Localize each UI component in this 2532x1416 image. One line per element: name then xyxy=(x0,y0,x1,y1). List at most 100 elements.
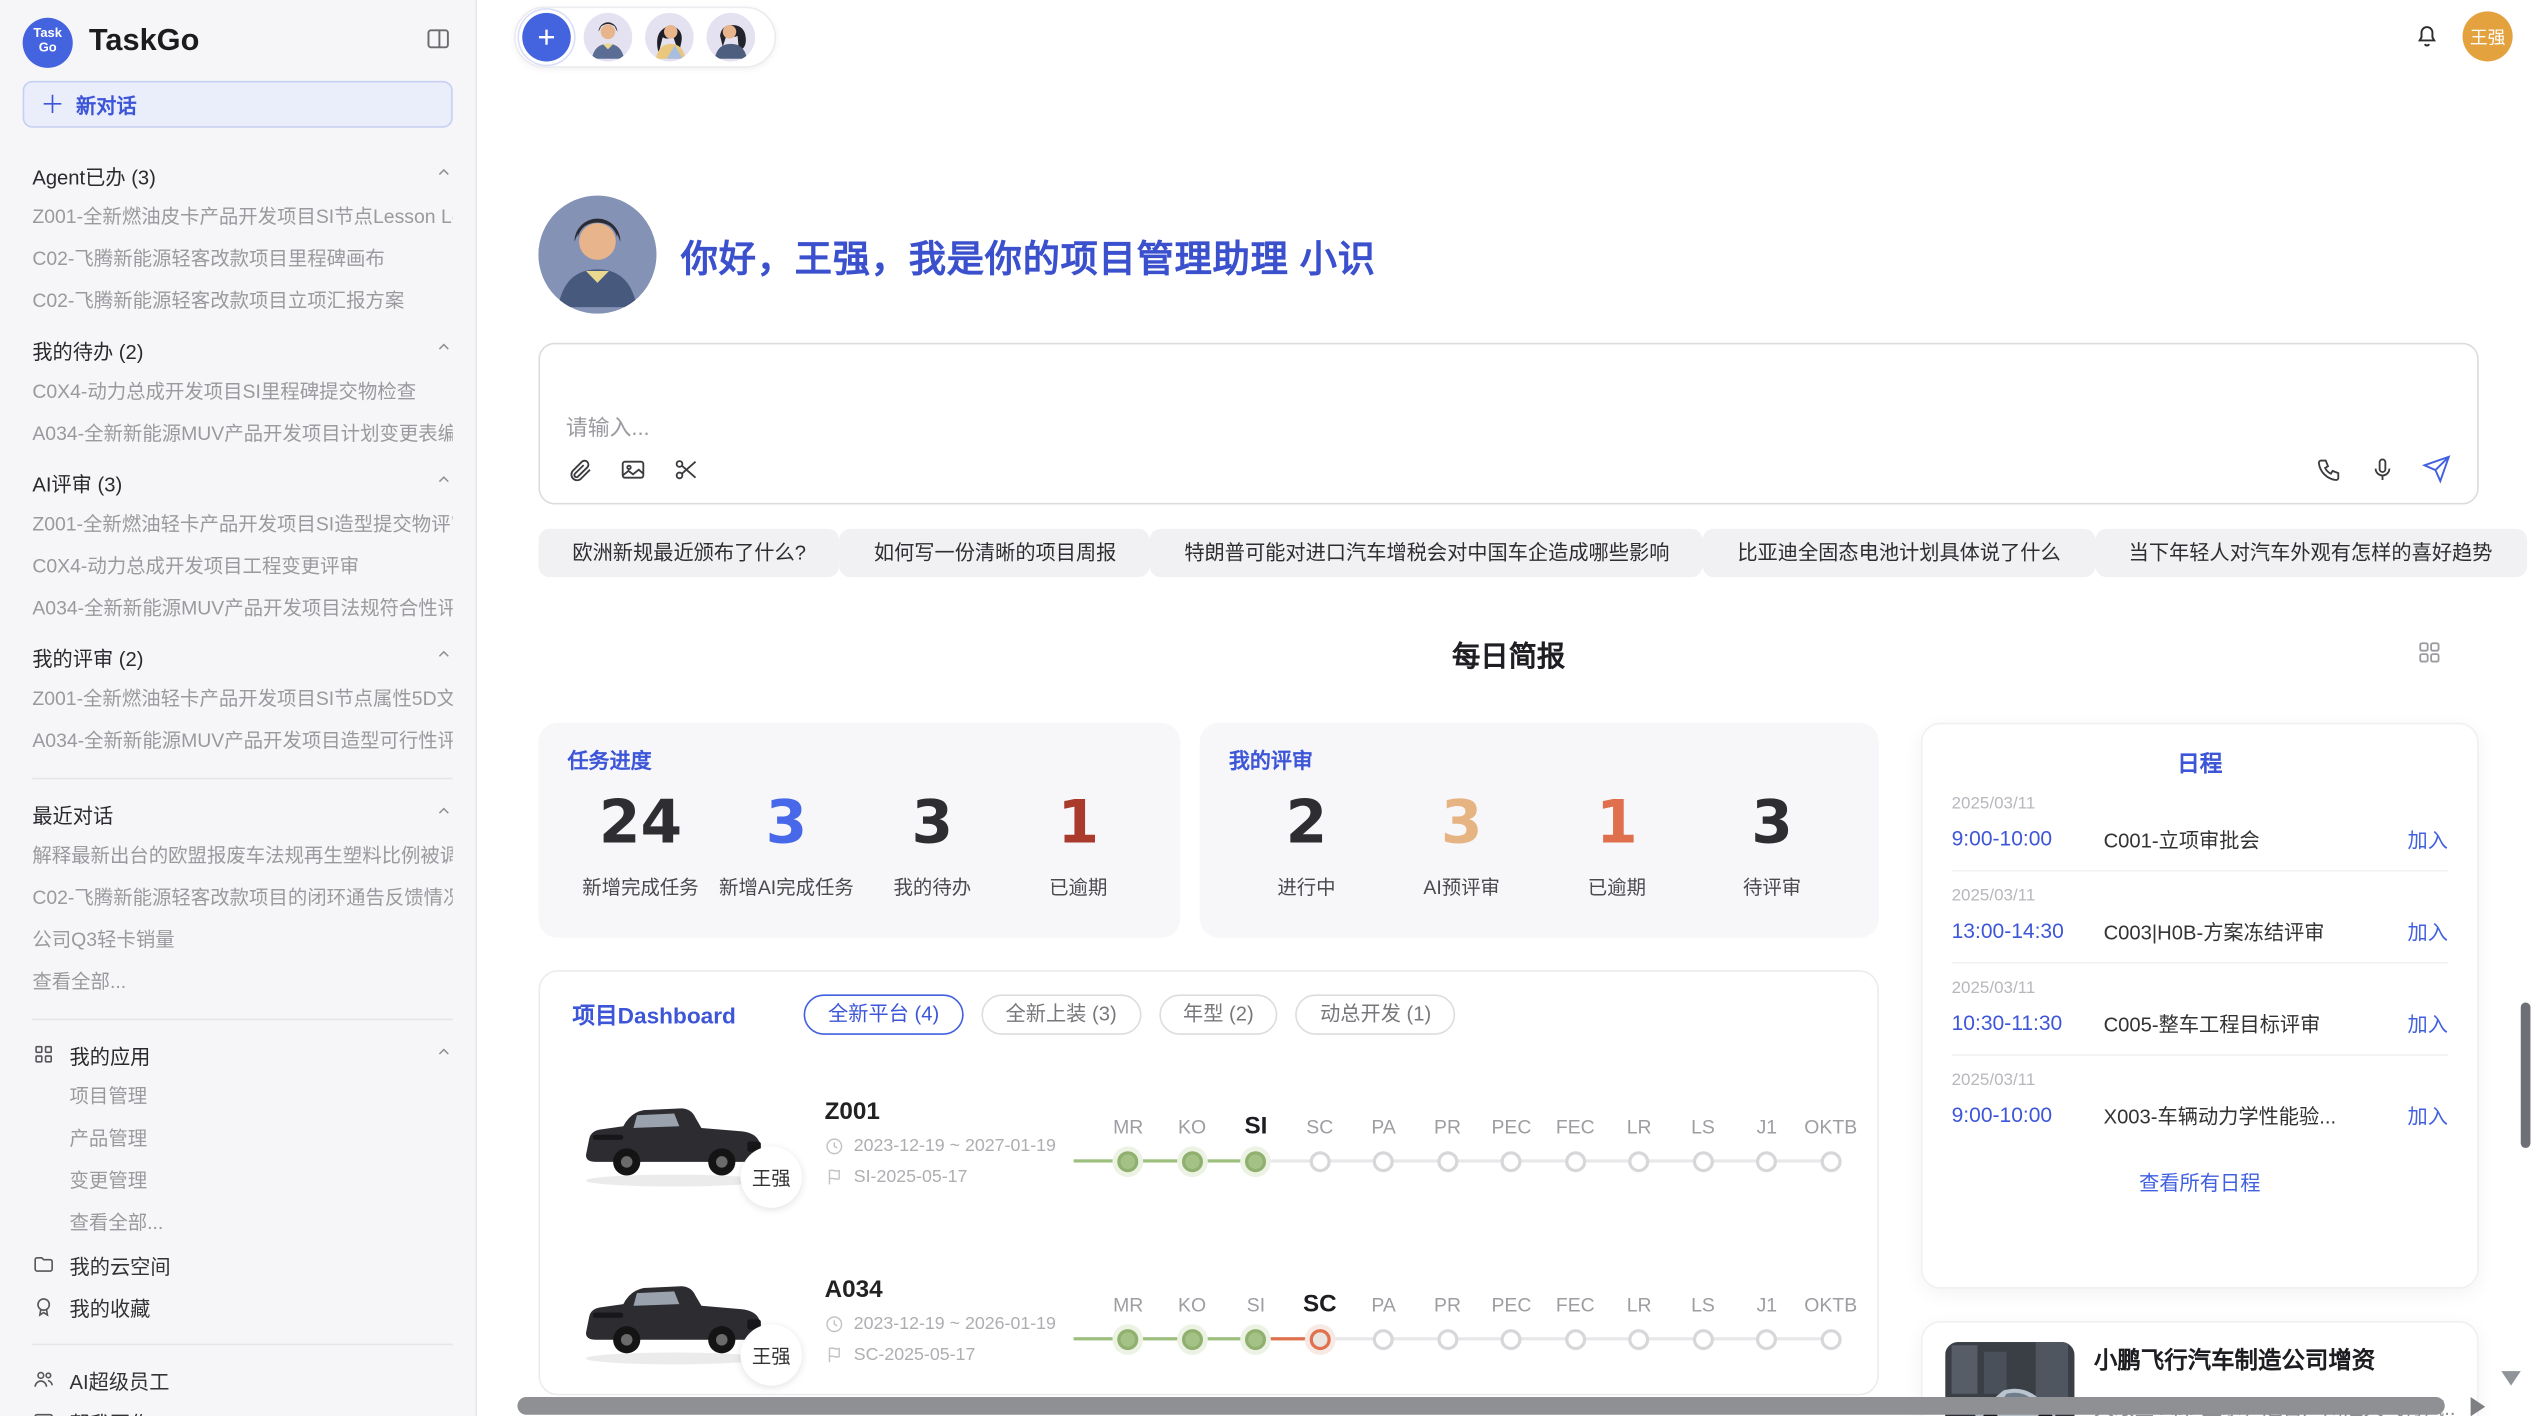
list-item[interactable]: Z001-全新燃油轻卡产品开发项目SI节点属性5D文件评审 xyxy=(32,677,452,719)
agent-avatar[interactable] xyxy=(707,13,756,62)
section-agent-done[interactable]: Agent已办 (3) xyxy=(32,154,452,196)
sidebar-item-ai-employee[interactable]: AI超级员工 xyxy=(32,1358,452,1400)
list-item[interactable]: C0X4-动力总成开发项目工程变更评审 xyxy=(32,545,452,587)
suggestion-chip[interactable]: 比亚迪全固态电池计划具体说了什么 xyxy=(1703,529,2094,578)
list-item[interactable]: A034-全新新能源MUV产品开发项目造型可行性评审 xyxy=(32,720,452,762)
sidebar-header: Task Go TaskGo xyxy=(0,0,475,71)
schedule-entry: 2025/03/11 9:00-10:00 X003-车辆动力学性能验... 加… xyxy=(1952,1056,2448,1147)
chevron-up-icon[interactable] xyxy=(435,163,453,186)
recent-view-all[interactable]: 查看全部... xyxy=(32,960,452,1002)
chevron-up-icon[interactable] xyxy=(435,802,453,825)
project-date-range: 2023-12-19 ~ 2027-01-19 xyxy=(854,1136,1056,1155)
sidebar-item-product-mgmt[interactable]: 产品管理 xyxy=(32,1117,452,1159)
chat-input-box[interactable]: 请输入... xyxy=(538,343,2478,505)
project-date-range: 2023-12-19 ~ 2026-01-19 xyxy=(854,1314,1056,1333)
tab-model-year[interactable]: 年型 (2) xyxy=(1159,994,1278,1034)
list-item[interactable]: C02-飞腾新能源轻客改款项目的闭环通告反馈情况 xyxy=(32,876,452,918)
sidebar-item-help-write[interactable]: 帮我写作 xyxy=(32,1400,452,1416)
metric-label: AI预评审 xyxy=(1384,873,1539,900)
sidebar-collapse-icon[interactable] xyxy=(424,23,453,60)
scroll-right-arrow[interactable] xyxy=(2471,1397,2486,1416)
send-icon[interactable] xyxy=(2422,454,2451,483)
daily-brief-title: 每日简报 xyxy=(538,635,2478,675)
notification-bell-icon[interactable] xyxy=(2412,21,2441,58)
phone-icon[interactable] xyxy=(2315,455,2342,482)
agent-avatar[interactable] xyxy=(645,13,694,62)
layout-grid-icon[interactable] xyxy=(2416,639,2443,675)
news-title: 小鹏飞行汽车制造公司增资 xyxy=(2094,1342,2455,1376)
new-chat-label: 新对话 xyxy=(76,89,137,120)
apps-view-all[interactable]: 查看全部... xyxy=(32,1201,452,1243)
suggestion-chip[interactable]: 如何写一份清晰的项目周报 xyxy=(840,529,1150,578)
attachment-icon[interactable] xyxy=(566,456,593,483)
metric-label: 新增AI完成任务 xyxy=(713,873,859,900)
suggestion-chip[interactable]: 特朗普可能对进口汽车增税会对中国车企造成哪些影响 xyxy=(1150,529,1703,578)
metric-label: 已逾期 xyxy=(1005,873,1151,900)
new-chat-button[interactable]: ＋ 新对话 xyxy=(23,81,453,128)
milestone-node: MR xyxy=(1096,1285,1160,1356)
list-item[interactable]: Z001-全新燃油轻卡产品开发项目SI造型提交物评审 xyxy=(32,503,452,545)
schedule-event-title: C003|H0B-方案冻结评审 xyxy=(2104,915,2408,946)
suggestion-chip[interactable]: 当下年轻人对汽车外观有怎样的喜好趋势 xyxy=(2095,529,2527,578)
join-button[interactable]: 加入 xyxy=(2408,1099,2448,1130)
scroll-down-arrow[interactable] xyxy=(2501,1371,2520,1386)
list-item[interactable]: C02-飞腾新能源轻客改款项目立项汇报方案 xyxy=(32,280,452,322)
section-my-todo[interactable]: 我的待办 (2) xyxy=(32,328,452,370)
metric-value: 1 xyxy=(1539,784,1694,862)
sidebar-item-project-mgmt[interactable]: 项目管理 xyxy=(32,1075,452,1117)
milestone-node: LR xyxy=(1607,1285,1671,1356)
schedule-date: 2025/03/11 xyxy=(1952,794,2448,813)
milestone-node: PR xyxy=(1416,1285,1480,1356)
users-icon xyxy=(32,1368,55,1391)
list-item[interactable]: C02-飞腾新能源轻客改款项目里程碑画布 xyxy=(32,238,452,280)
tab-new-platform[interactable]: 全新平台 (4) xyxy=(804,994,964,1034)
suggestion-chips: 欧洲新规最近颁布了什么? 如何写一份清晰的项目周报 特朗普可能对进口汽车增税会对… xyxy=(538,529,2478,578)
join-button[interactable]: 加入 xyxy=(2408,915,2448,946)
section-ai-review[interactable]: AI评审 (3) xyxy=(32,461,452,503)
milestone-node: LR xyxy=(1607,1108,1671,1179)
metric-label: 待评审 xyxy=(1695,873,1850,900)
plus-icon: ＋ xyxy=(40,87,64,121)
section-my-review[interactable]: 我的评审 (2) xyxy=(32,635,452,677)
image-icon[interactable] xyxy=(619,456,646,483)
project-owner-badge: 王强 xyxy=(741,1146,802,1207)
section-recent-chats[interactable]: 最近对话 xyxy=(32,792,452,834)
scissors-icon[interactable] xyxy=(673,456,700,483)
add-agent-button[interactable] xyxy=(522,13,571,62)
sidebar-item-cloud-space[interactable]: 我的云空间 xyxy=(32,1243,452,1285)
milestone-node: J1 xyxy=(1735,1108,1799,1179)
sidebar-item-favorites[interactable]: 我的收藏 xyxy=(32,1285,452,1327)
list-item[interactable]: A034-全新新能源MUV产品开发项目法规符合性评审 xyxy=(32,587,452,629)
horizontal-scrollbar-thumb[interactable] xyxy=(517,1397,2444,1415)
sidebar-item-change-mgmt[interactable]: 变更管理 xyxy=(32,1159,452,1201)
schedule-entry: 2025/03/11 13:00-14:30 C003|H0B-方案冻结评审 加… xyxy=(1952,872,2448,964)
agent-avatar[interactable] xyxy=(584,13,633,62)
project-owner-badge: 王强 xyxy=(741,1324,802,1385)
tab-powertrain[interactable]: 动总开发 (1) xyxy=(1296,994,1456,1034)
user-avatar[interactable]: 王强 xyxy=(2463,11,2513,61)
suggestion-chip[interactable]: 欧洲新规最近颁布了什么? xyxy=(538,529,839,578)
task-progress-card: 任务进度 24 新增完成任务 3 新增AI完成任务 3 我的待办 xyxy=(538,723,1180,938)
list-item[interactable]: 公司Q3轻卡销量 xyxy=(32,918,452,960)
list-item[interactable]: Z001-全新燃油皮卡产品开发项目SI节点Lesson Learn报告 xyxy=(32,196,452,238)
tab-new-body[interactable]: 全新上装 (3) xyxy=(981,994,1141,1034)
milestone-node: PEC xyxy=(1479,1108,1543,1179)
list-item[interactable]: C0X4-动力总成开发项目SI里程碑提交物检查 xyxy=(32,370,452,412)
schedule-date: 2025/03/11 xyxy=(1952,978,2448,997)
join-button[interactable]: 加入 xyxy=(2408,823,2448,854)
vertical-scrollbar-thumb[interactable] xyxy=(2521,1002,2531,1148)
sidebar-item-my-apps[interactable]: 我的应用 xyxy=(32,1033,452,1075)
flag-icon xyxy=(825,1344,844,1363)
chevron-up-icon[interactable] xyxy=(435,645,453,668)
dashboard-header: 项目Dashboard 全新平台 (4) 全新上装 (3) 年型 (2) 动总开… xyxy=(572,994,1845,1034)
list-item[interactable]: A034-全新新能源MUV产品开发项目计划变更表编写 xyxy=(32,412,452,454)
list-item[interactable]: 解释最新出台的欧盟报废车法规再生塑料比例被调至15%... xyxy=(32,834,452,876)
card-title: 任务进度 xyxy=(568,744,1152,775)
chevron-up-icon[interactable] xyxy=(435,338,453,361)
join-button[interactable]: 加入 xyxy=(2408,1007,2448,1038)
schedule-view-all[interactable]: 查看所有日程 xyxy=(1952,1166,2448,1197)
project-car-image: 王强 xyxy=(572,1266,776,1373)
mic-icon[interactable] xyxy=(2369,455,2396,482)
chevron-up-icon[interactable] xyxy=(435,1043,453,1066)
chevron-up-icon[interactable] xyxy=(435,471,453,494)
